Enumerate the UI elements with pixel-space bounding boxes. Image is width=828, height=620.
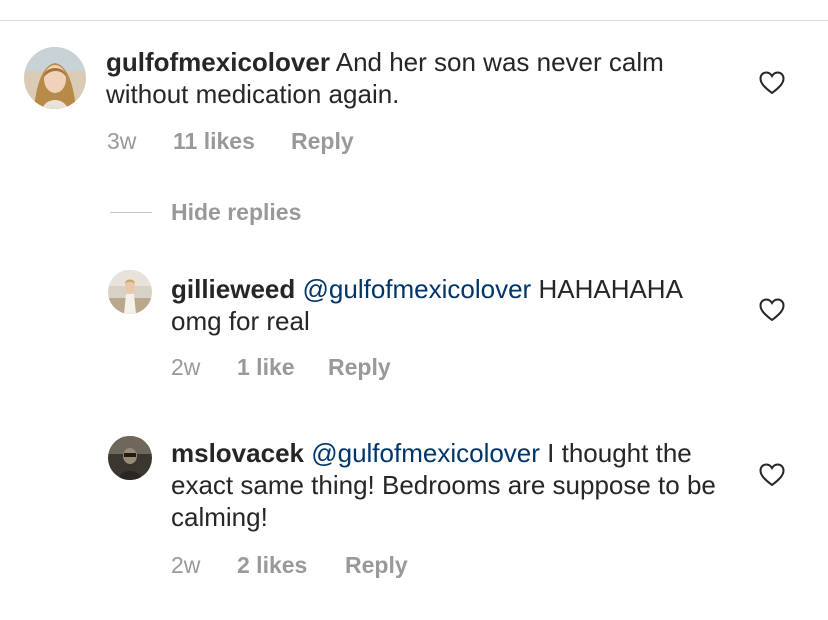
reply-timestamp: 2w <box>171 552 201 578</box>
reply-likes-count[interactable]: 2 likes <box>237 552 307 579</box>
reply-timestamp: 2w <box>171 354 201 380</box>
reply-mention[interactable]: @gulfofmexicolover <box>303 274 532 304</box>
comment-meta: 3w 11 likes Reply <box>107 128 407 156</box>
reply-button[interactable]: Reply <box>345 552 408 579</box>
reply-text: gillieweed @gulfofmexicolover HAHAHAHA o… <box>171 273 731 337</box>
avatar[interactable] <box>24 47 86 109</box>
avatar[interactable] <box>108 270 152 314</box>
reply-button[interactable]: Reply <box>291 128 354 155</box>
like-heart-icon[interactable] <box>759 71 785 95</box>
comments-panel: gulfofmexicolover And her son was never … <box>0 0 828 620</box>
reply-mention[interactable]: @gulfofmexicolover <box>311 438 540 468</box>
like-heart-icon[interactable] <box>759 298 785 322</box>
reply-username[interactable]: gillieweed <box>171 274 295 304</box>
comment-username[interactable]: gulfofmexicolover <box>106 47 330 77</box>
comment-text: gulfofmexicolover And her son was never … <box>106 46 706 110</box>
top-divider <box>0 20 828 21</box>
reply-button[interactable]: Reply <box>328 354 391 381</box>
hide-replies-button[interactable]: Hide replies <box>171 199 301 226</box>
replies-divider-line <box>110 212 152 213</box>
reply-meta: 2w 2 likes Reply <box>171 552 471 580</box>
like-heart-icon[interactable] <box>759 463 785 487</box>
avatar[interactable] <box>108 436 152 480</box>
reply-username[interactable]: mslovacek <box>171 438 304 468</box>
reply-likes-count[interactable]: 1 like <box>237 354 295 381</box>
comment-likes-count[interactable]: 11 likes <box>173 128 255 155</box>
reply-meta: 2w 1 like Reply <box>171 354 471 382</box>
comment-timestamp: 3w <box>107 128 137 154</box>
reply-text: mslovacek @gulfofmexicolover I thought t… <box>171 437 731 533</box>
